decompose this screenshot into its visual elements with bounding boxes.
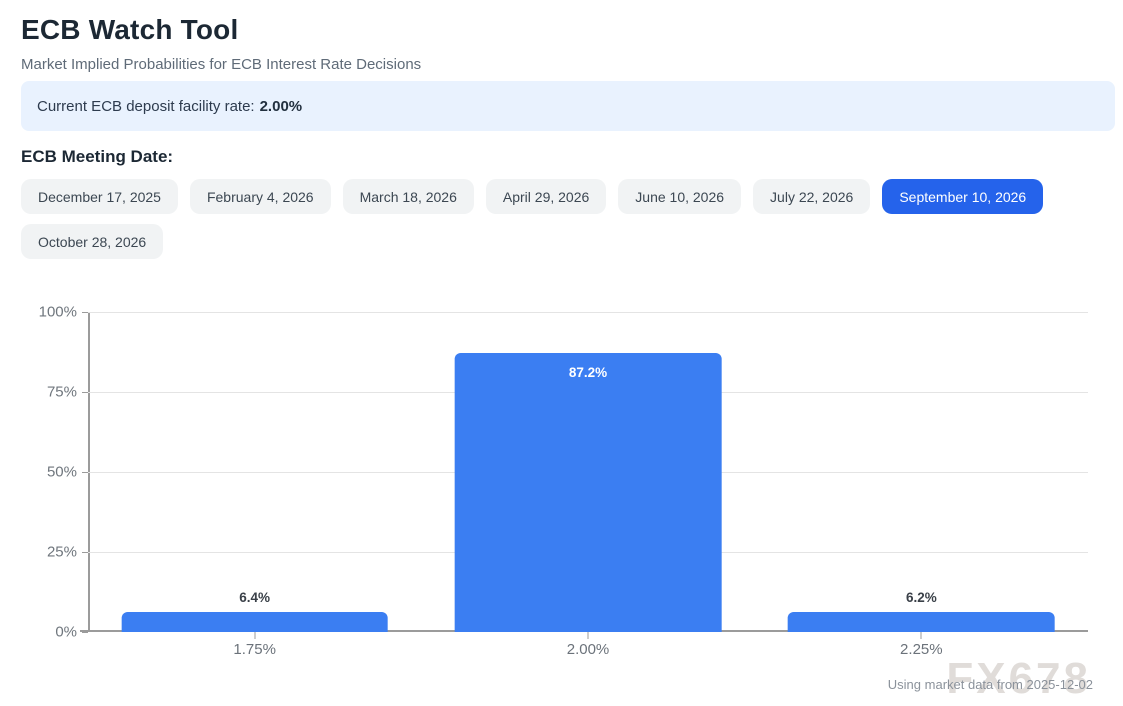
- y-axis-label: 75%: [47, 384, 77, 401]
- bar-value-label: 6.2%: [906, 590, 937, 605]
- y-axis-tick: [82, 312, 88, 313]
- chart-footer: FX678 Using market data from 2025-12-02: [21, 676, 1093, 706]
- x-axis-tick: [588, 632, 589, 639]
- probability-chart: 0%25%50%75%100%6.4%1.75%87.2%2.00%6.2%2.…: [21, 312, 1103, 664]
- y-axis-tick: [82, 632, 88, 633]
- meeting-date-button[interactable]: February 4, 2026: [190, 179, 331, 214]
- meeting-date-button[interactable]: December 17, 2025: [21, 179, 178, 214]
- y-axis-label: 0%: [55, 624, 77, 641]
- meeting-date-list: December 17, 2025 February 4, 2026 March 1…: [21, 179, 1061, 259]
- meeting-date-button[interactable]: October 28, 2026: [21, 224, 163, 259]
- meeting-date-heading: ECB Meeting Date:: [21, 147, 1115, 167]
- current-rate-banner: Current ECB deposit facility rate: 2.00%: [21, 81, 1115, 131]
- y-axis-tick: [82, 472, 88, 473]
- bar-2.25%[interactable]: [788, 612, 1055, 632]
- y-axis-label: 50%: [47, 464, 77, 481]
- meeting-date-button[interactable]: March 18, 2026: [343, 179, 474, 214]
- gridline: [88, 312, 1088, 313]
- meeting-date-button[interactable]: April 29, 2026: [486, 179, 606, 214]
- meeting-date-button[interactable]: July 22, 2026: [753, 179, 870, 214]
- y-axis-label: 25%: [47, 544, 77, 561]
- current-rate-value: 2.00%: [260, 98, 303, 115]
- bar-2.00%[interactable]: [455, 353, 722, 632]
- page-subtitle: Market Implied Probabilities for ECB Int…: [21, 56, 1115, 73]
- x-axis-label: 2.00%: [567, 641, 610, 658]
- bar-value-label: 87.2%: [569, 365, 607, 380]
- bar-1.75%[interactable]: [121, 612, 388, 632]
- current-rate-label: Current ECB deposit facility rate:: [37, 98, 255, 115]
- y-axis-label: 100%: [39, 304, 77, 321]
- page-title: ECB Watch Tool: [21, 14, 1115, 46]
- x-axis-label: 1.75%: [233, 641, 276, 658]
- meeting-date-button[interactable]: June 10, 2026: [618, 179, 741, 214]
- bar-value-label: 6.4%: [239, 590, 270, 605]
- meeting-date-button[interactable]: September 10, 2026: [882, 179, 1043, 214]
- x-axis-label: 2.25%: [900, 641, 943, 658]
- page: ECB Watch Tool Market Implied Probabilit…: [0, 0, 1123, 706]
- y-axis-tick: [82, 392, 88, 393]
- y-axis-tick: [82, 552, 88, 553]
- x-axis-tick: [254, 632, 255, 639]
- plot-area: 0%25%50%75%100%6.4%1.75%87.2%2.00%6.2%2.…: [88, 312, 1088, 632]
- market-data-note: Using market data from 2025-12-02: [888, 677, 1093, 692]
- x-axis-tick: [921, 632, 922, 639]
